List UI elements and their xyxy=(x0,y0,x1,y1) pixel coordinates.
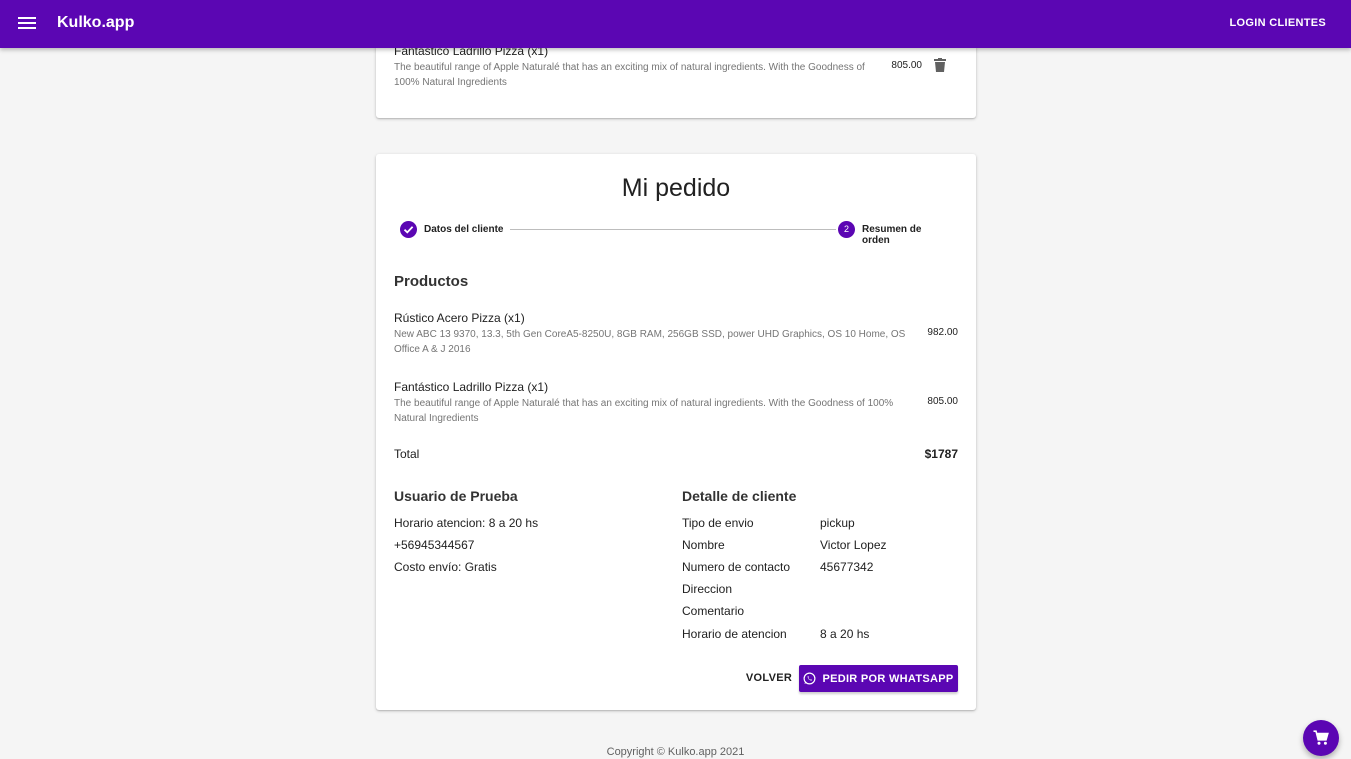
client-label: Direccion xyxy=(682,582,733,596)
client-label: Numero de contacto xyxy=(682,560,791,574)
cart-button[interactable] xyxy=(1303,720,1339,756)
client-label: Comentario xyxy=(682,604,745,618)
client-label: Nombre xyxy=(682,538,725,552)
product-description: The beautiful range of Apple Naturalé th… xyxy=(394,398,894,424)
store-heading: Usuario de Prueba xyxy=(394,488,518,504)
brand-title[interactable]: Kulko.app xyxy=(57,14,134,32)
order-card: Mi pedido Datos del cliente 2 Resumen de… xyxy=(376,154,976,710)
step-2-label[interactable]: Resumen de orden xyxy=(862,224,952,246)
stepper: Datos del cliente 2 Resumen de orden xyxy=(400,221,952,246)
store-hours: Horario atencion: 8 a 20 hs xyxy=(394,516,539,530)
footer-copyright: Copyright © Kulko.app 2021 xyxy=(606,746,745,758)
check-icon[interactable] xyxy=(400,221,417,238)
volver-button[interactable]: VOLVER xyxy=(742,665,796,691)
cart-preview-item: Fantástico Ladrillo Pizza (x1) The beaut… xyxy=(394,44,958,90)
product-price: 805.00 xyxy=(927,396,958,407)
product-description: New ABC 13 9370, 13.3, 5th Gen CoreA5-82… xyxy=(394,329,906,355)
step-1-label[interactable]: Datos del cliente xyxy=(424,224,503,235)
step-2-number[interactable]: 2 xyxy=(838,221,855,238)
pedir-whatsapp-button[interactable]: PEDIR POR WHATSAPP xyxy=(799,665,958,692)
client-heading: Detalle de cliente xyxy=(682,488,797,504)
client-value: Victor Lopez xyxy=(820,538,887,552)
whatsapp-icon xyxy=(803,672,816,685)
product-price: 805.00 xyxy=(891,60,922,71)
menu-icon[interactable] xyxy=(18,15,36,33)
app-bar: Kulko.app LOGIN CLIENTES xyxy=(0,0,1351,48)
product-description: The beautiful range of Apple Naturalé th… xyxy=(394,62,865,88)
client-label: Horario de atencion xyxy=(682,627,787,641)
client-value: pickup xyxy=(820,516,855,530)
product-price: 982.00 xyxy=(927,327,958,338)
store-shipping-cost: Costo envío: Gratis xyxy=(394,560,497,574)
client-value: 45677342 xyxy=(820,560,874,574)
trash-icon[interactable] xyxy=(934,58,946,72)
total-value: $1787 xyxy=(924,447,958,461)
product-row: Rústico Acero Pizza (x1) New ABC 13 9370… xyxy=(394,311,958,357)
store-phone: +56945344567 xyxy=(394,538,475,552)
login-clientes-button[interactable]: LOGIN CLIENTES xyxy=(1230,17,1326,29)
product-name: Fantástico Ladrillo Pizza (x1) xyxy=(394,380,549,394)
product-name: Rústico Acero Pizza (x1) xyxy=(394,311,525,325)
total-label: Total xyxy=(394,447,420,461)
page-title: Mi pedido xyxy=(621,174,731,202)
products-heading: Productos xyxy=(394,273,469,290)
cart-icon xyxy=(1313,730,1329,745)
pedir-whatsapp-label: PEDIR POR WHATSAPP xyxy=(822,672,954,685)
client-value: 8 a 20 hs xyxy=(820,627,870,641)
client-label: Tipo de envio xyxy=(682,516,754,530)
step-connector xyxy=(510,229,836,230)
product-row: Fantástico Ladrillo Pizza (x1) The beaut… xyxy=(394,380,958,426)
